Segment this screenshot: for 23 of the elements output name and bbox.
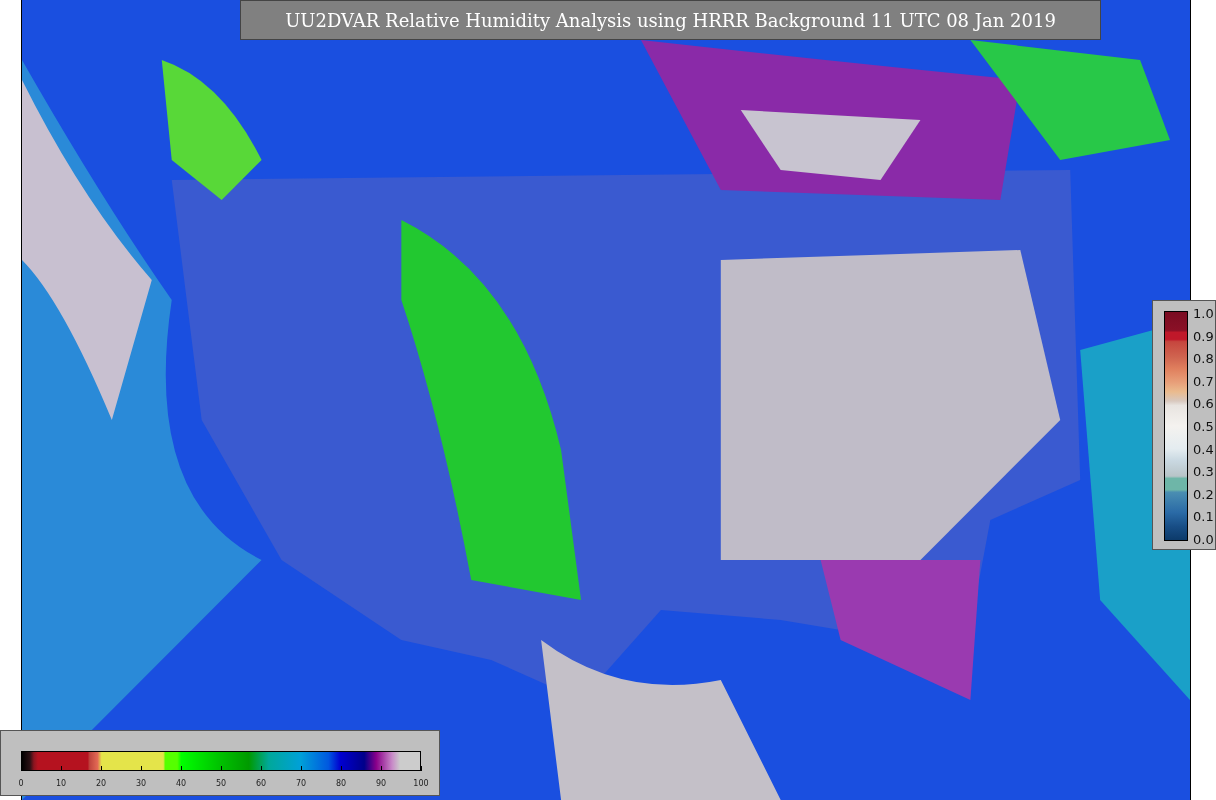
tick-label: 10 (55, 779, 67, 788)
tick-label: 60 (255, 779, 267, 788)
tick-label: 80 (335, 779, 347, 788)
tick-label: 0.0 (1193, 531, 1214, 547)
map-title: UU2DVAR Relative Humidity Analysis using HRRR Background 11 UTC 08 Jan 2019 (240, 0, 1101, 40)
tick-label: 1.0 (1193, 305, 1214, 321)
tick-label: 0.4 (1193, 441, 1214, 457)
tick-label: 40 (175, 779, 187, 788)
tick-label: 0.2 (1193, 486, 1214, 502)
tick-label: 70 (295, 779, 307, 788)
tick-label: 0.1 (1193, 508, 1214, 524)
tick-label: 100 (413, 779, 429, 788)
tick-label: 90 (375, 779, 387, 788)
tick-label: 0.9 (1193, 328, 1214, 344)
tick-label: 0.8 (1193, 350, 1214, 366)
tick-label: 0.3 (1193, 463, 1214, 479)
tick-label: 0 (18, 779, 24, 788)
tick-label: 0.7 (1193, 373, 1214, 389)
tick-label: 30 (135, 779, 147, 788)
tick-label: 50 (215, 779, 227, 788)
tick-label: 0.5 (1193, 418, 1214, 434)
tick-label: 0.6 (1193, 395, 1214, 411)
tick-label: 20 (95, 779, 107, 788)
